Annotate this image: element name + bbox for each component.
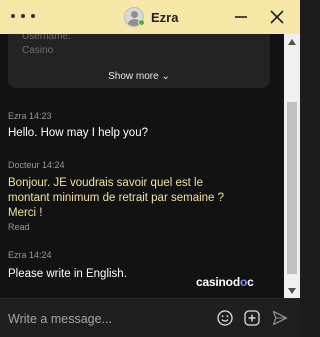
emoji-button[interactable]: [216, 309, 234, 327]
send-button[interactable]: [271, 309, 289, 327]
visitor-info-card: Username: Casino Show more ⌄: [8, 34, 270, 88]
online-status-dot: [138, 19, 145, 26]
add-attachment-icon: [244, 310, 260, 326]
more-options-icon[interactable]: [11, 9, 35, 23]
send-icon: [272, 310, 288, 326]
chevron-up-icon: [288, 38, 296, 45]
message-meta: Docteur 14:24: [8, 160, 65, 170]
scrollbar[interactable]: [284, 34, 300, 298]
attachment-button[interactable]: [243, 309, 261, 327]
scroll-up-button[interactable]: [284, 34, 300, 49]
agent-name: Ezra: [151, 9, 179, 25]
message-meta: Ezra 14:24: [8, 250, 52, 260]
message-text: Please write in English.: [8, 268, 127, 280]
close-button[interactable]: [266, 6, 288, 28]
show-more-button[interactable]: Show more ⌄: [8, 71, 270, 82]
scrollbar-thumb[interactable]: [287, 102, 297, 274]
minimize-button[interactable]: [230, 6, 252, 28]
message-list[interactable]: Username: Casino Show more ⌄ Ezra 14:23 …: [0, 34, 284, 298]
info-value: Casino: [22, 45, 54, 56]
message-text: Bonjour. JE voudrais savoir quel est le …: [8, 177, 225, 219]
emoji-icon: [217, 310, 233, 326]
message-text: Hello. How may I help you?: [8, 127, 148, 139]
chat-header: Ezra: [0, 0, 300, 34]
close-icon: [270, 10, 284, 24]
agent-info: Ezra: [124, 5, 178, 29]
info-label: Username:: [22, 34, 71, 42]
message-input[interactable]: [8, 310, 208, 328]
chevron-down-icon: [288, 287, 296, 294]
message-meta: Ezra 14:23: [8, 111, 52, 121]
minimize-icon: [235, 16, 247, 18]
casinodoc-logo: casinodoc: [196, 275, 254, 289]
message-composer: [0, 298, 300, 337]
read-status: Read: [8, 222, 30, 232]
scroll-down-button[interactable]: [284, 283, 300, 298]
